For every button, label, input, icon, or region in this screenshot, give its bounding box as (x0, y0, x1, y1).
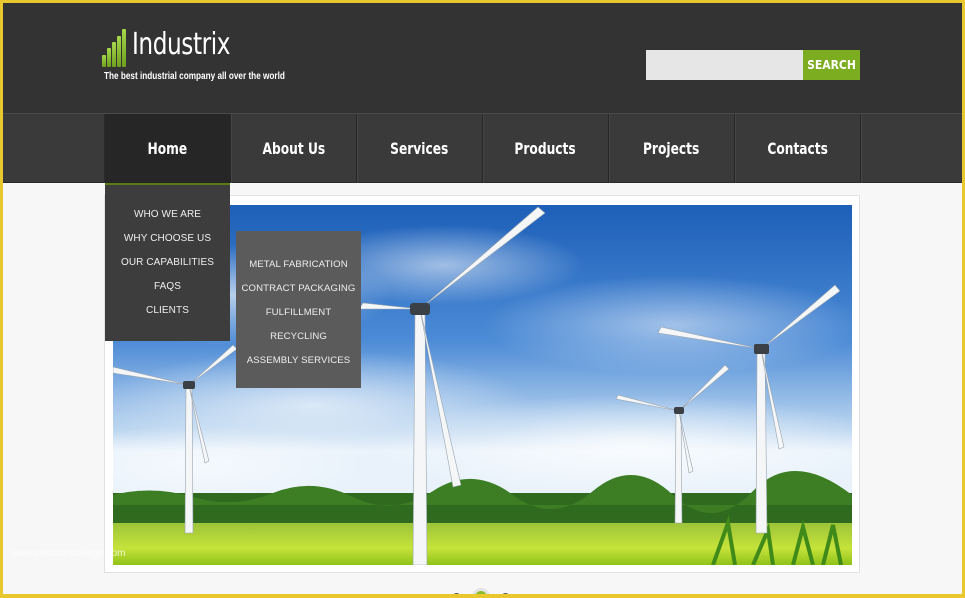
submenu-item-contract-packaging[interactable]: CONTRACT PACKAGING (236, 279, 361, 303)
nav-item-label: Home (147, 139, 188, 158)
slider-dot[interactable] (501, 592, 510, 594)
search-input[interactable] (646, 50, 803, 80)
nav-item-contacts[interactable]: Contacts (735, 114, 861, 183)
capabilities-submenu: METAL FABRICATION CONTRACT PACKAGING FUL… (236, 231, 361, 388)
logo-bars-icon (102, 29, 128, 67)
nav-item-label: About Us (262, 139, 325, 158)
watermark: www.christiancollege.com (11, 548, 126, 559)
submenu-item-metal-fabrication[interactable]: METAL FABRICATION (236, 255, 361, 279)
submenu-item-assembly-services[interactable]: ASSEMBLY SERVICES (236, 351, 361, 375)
brand-tagline: The best industrial company all over the… (104, 71, 285, 82)
nav-item-about-us[interactable]: About Us (231, 114, 357, 183)
search-form: SEARCH (646, 50, 860, 80)
slider-pagination (452, 591, 510, 594)
page-frame: Industrix The best industrial company al… (3, 3, 962, 594)
nav-item-label: Projects (643, 139, 700, 158)
nav-item-projects[interactable]: Projects (609, 114, 735, 183)
slider-dot-active[interactable] (475, 591, 487, 594)
site-header: Industrix The best industrial company al… (3, 3, 962, 113)
search-button[interactable]: SEARCH (803, 50, 860, 80)
menu-item-faqs[interactable]: FAQS (105, 277, 230, 301)
brand-name: Industrix (132, 27, 231, 62)
menu-item-who-we-are[interactable]: WHO WE ARE (105, 205, 230, 229)
submenu-item-fulfillment[interactable]: FULFILLMENT (236, 303, 361, 327)
nav-item-label: Services (390, 139, 449, 158)
nav-item-label: Contacts (767, 139, 828, 158)
main-nav: Home About Us Services Products Projects… (3, 113, 962, 183)
nav-item-label: Products (514, 139, 577, 158)
nav-item-home[interactable]: Home (105, 114, 231, 183)
submenu-item-recycling[interactable]: RECYCLING (236, 327, 361, 351)
menu-item-clients[interactable]: CLIENTS (105, 301, 230, 325)
slider-dot[interactable] (452, 592, 461, 594)
nav-item-products[interactable]: Products (483, 114, 609, 183)
nav-item-services[interactable]: Services (357, 114, 483, 183)
home-dropdown-menu: WHO WE ARE WHY CHOOSE US OUR CAPABILITIE… (105, 183, 230, 341)
menu-item-why-choose-us[interactable]: WHY CHOOSE US (105, 229, 230, 253)
menu-item-our-capabilities[interactable]: OUR CAPABILITIES (105, 253, 230, 277)
